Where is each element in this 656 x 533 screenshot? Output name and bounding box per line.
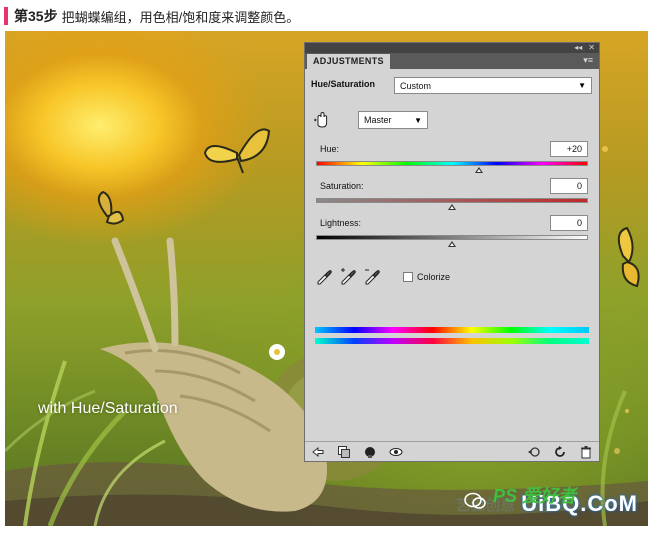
tutorial-page: 第35步 把蝴蝶编组，用色相/饱和度来调整颜色。 with Hue/Satura… [0, 0, 656, 533]
channel-value: Master [364, 115, 392, 125]
hue-slider-track[interactable] [316, 161, 588, 166]
hand-adjust-icon[interactable] [313, 111, 331, 129]
lightness-label: Lightness: [320, 218, 362, 228]
panel-tab-row: ADJUSTMENTS ▾≡ [305, 53, 599, 69]
lightness-slider-track[interactable] [316, 235, 588, 240]
previous-state-icon[interactable] [527, 445, 541, 459]
panel-menu-icon[interactable]: ▾≡ [583, 56, 593, 65]
preset-value: Custom [400, 80, 432, 91]
hue-slider-thumb[interactable] [475, 167, 484, 173]
eyedropper-icon[interactable] [315, 267, 333, 285]
saturation-slider-thumb[interactable] [448, 204, 456, 210]
watermark-ps-mark: PS 爱好者 [492, 486, 576, 506]
step-number: 第35步 [14, 8, 58, 24]
clip-to-layer-icon[interactable] [337, 445, 351, 459]
adjustments-panel: ◂◂ ✕ ADJUSTMENTS ▾≡ Hue/Saturation Custo… [304, 42, 600, 462]
lightness-slider-thumb[interactable] [448, 241, 456, 247]
colorize-checkbox[interactable] [403, 272, 413, 282]
step-accent-bar [4, 7, 8, 25]
chevron-down-icon: ▼ [578, 81, 586, 90]
step-instruction: 把蝴蝶编组，用色相/饱和度来调整颜色。 [61, 9, 300, 25]
tab-adjustments[interactable]: ADJUSTMENTS [307, 54, 390, 69]
colorize-label: Colorize [417, 272, 451, 282]
input-color-spectrum [315, 327, 589, 333]
chevron-down-icon: ▼ [414, 115, 422, 125]
saturation-value-field[interactable]: 0 [550, 178, 588, 194]
eyedropper-plus-icon[interactable] [339, 267, 357, 285]
double-arrow-icon[interactable]: ◂◂ [574, 44, 582, 52]
close-icon[interactable]: ✕ [588, 44, 595, 52]
panel-title-bar: ◂◂ ✕ [305, 43, 599, 53]
step-header: 第35步 把蝴蝶编组，用色相/饱和度来调整颜色。 [4, 6, 299, 26]
saturation-slider-track[interactable] [316, 198, 588, 203]
layer-visibility-icon[interactable] [363, 445, 377, 459]
trash-icon[interactable] [579, 445, 593, 459]
hue-label: Hue: [320, 144, 340, 154]
hue-value-field[interactable]: +20 [550, 141, 588, 157]
reset-icon[interactable] [553, 445, 567, 459]
channel-dropdown[interactable]: Master ▼ [358, 111, 428, 129]
wechat-icon [464, 492, 486, 509]
preset-dropdown[interactable]: Custom ▼ [394, 77, 592, 94]
eye-icon[interactable] [389, 445, 403, 459]
saturation-label: Saturation: [320, 181, 364, 191]
return-arrow-icon[interactable] [311, 445, 325, 459]
adjustment-title: Hue/Saturation [311, 79, 376, 89]
panel-footer [305, 441, 599, 461]
output-color-spectrum [315, 338, 589, 344]
watermark: 艺狐创意 PS 爱好者 UiBQ.CoM [455, 484, 638, 524]
eyedropper-minus-icon[interactable] [363, 267, 381, 285]
lightness-value-field[interactable]: 0 [550, 215, 588, 231]
scene-caption: with Hue/Saturation [38, 400, 178, 417]
